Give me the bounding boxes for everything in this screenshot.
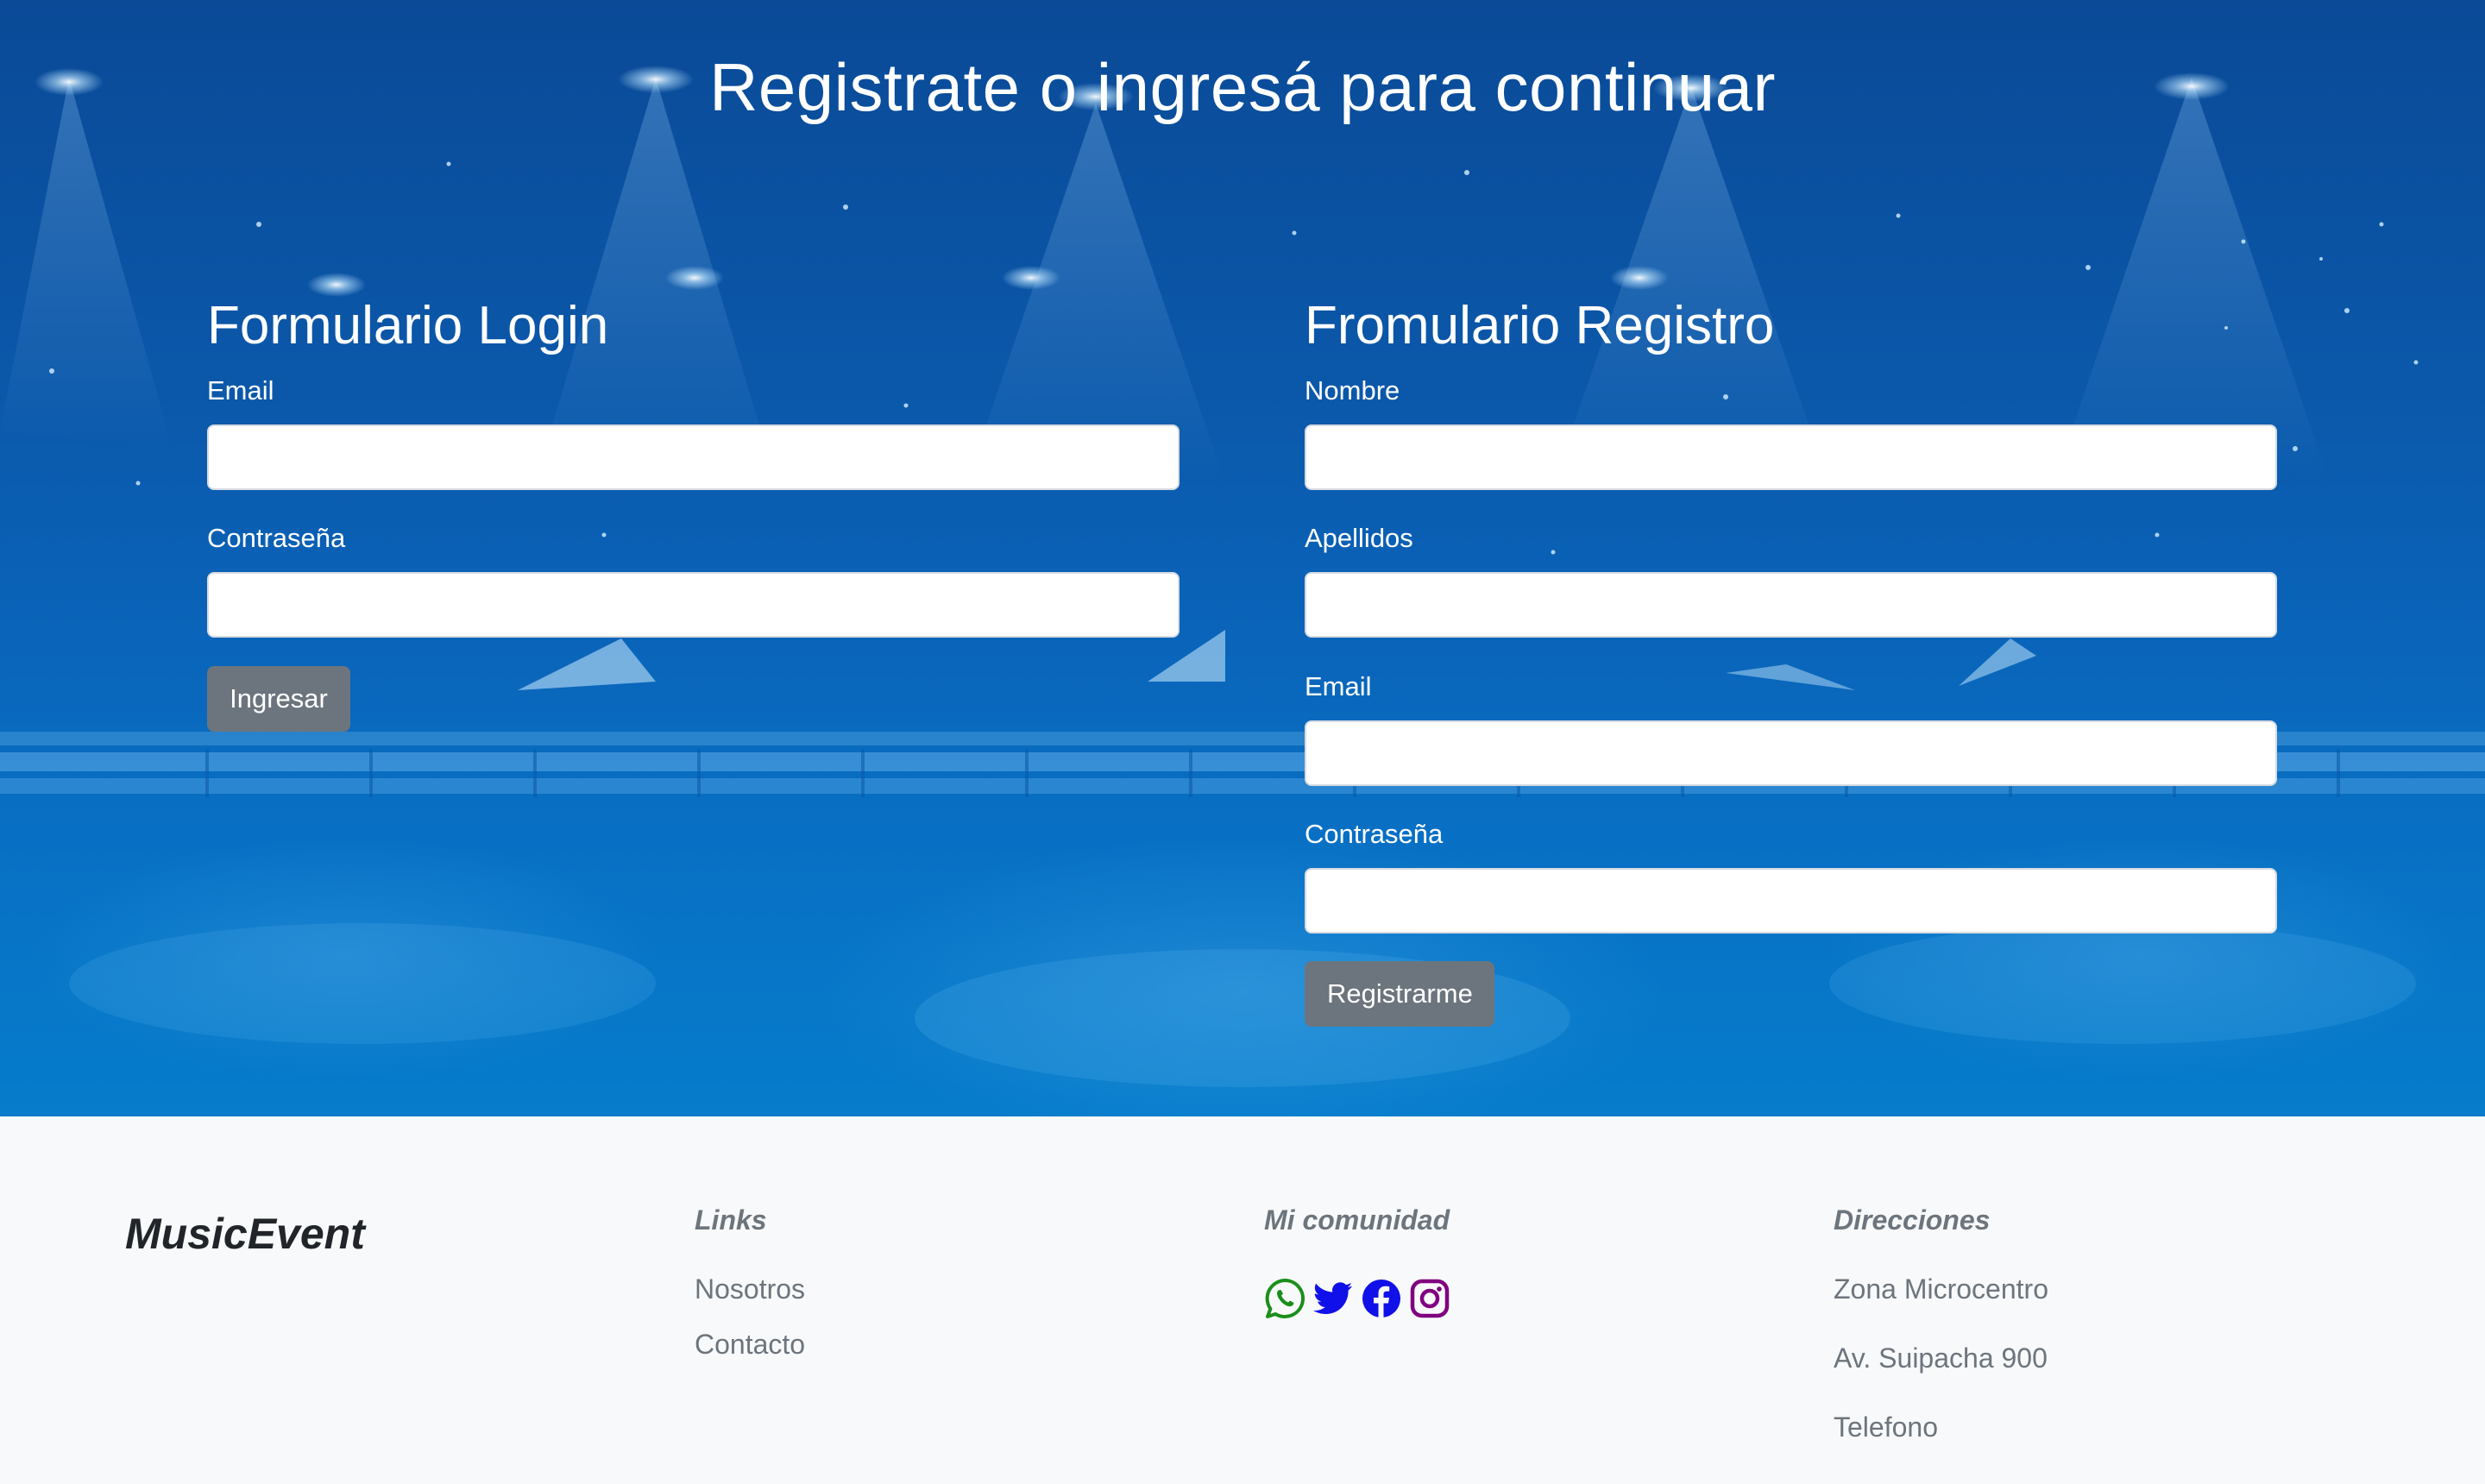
login-submit-button[interactable]: Ingresar bbox=[207, 666, 350, 732]
register-form-heading: Fromulario Registro bbox=[1305, 296, 1775, 355]
login-email-label: Email bbox=[207, 375, 274, 406]
address-phone: Telefono bbox=[1834, 1412, 1938, 1443]
footer-community-heading: Mi comunidad bbox=[1264, 1204, 1450, 1236]
register-password-label: Contraseña bbox=[1305, 819, 1444, 849]
footer: MusicEvent Links Nosotros Contacto Mi co… bbox=[0, 1116, 2485, 1484]
brand-logo[interactable]: MusicEvent bbox=[125, 1206, 365, 1261]
register-name-label: Nombre bbox=[1305, 375, 1400, 406]
register-name-input[interactable] bbox=[1305, 424, 2277, 490]
footer-link-nosotros[interactable]: Nosotros bbox=[695, 1272, 805, 1306]
stage-lights-background bbox=[0, 66, 2485, 1087]
address-zone: Zona Microcentro bbox=[1834, 1273, 2048, 1305]
hero-section: Registrate o ingresá para continuar Form… bbox=[0, 0, 2485, 1116]
footer-addresses-heading: Direcciones bbox=[1834, 1204, 1991, 1236]
login-email-input[interactable] bbox=[207, 424, 1180, 490]
register-email-input[interactable] bbox=[1305, 720, 2277, 786]
footer-links-heading: Links bbox=[695, 1204, 767, 1236]
login-form-heading: Formulario Login bbox=[207, 296, 609, 355]
whatsapp-icon[interactable] bbox=[1263, 1277, 1306, 1320]
footer-link-contacto[interactable]: Contacto bbox=[695, 1327, 805, 1361]
register-surname-input[interactable] bbox=[1305, 572, 2277, 638]
facebook-icon[interactable] bbox=[1360, 1277, 1403, 1320]
register-surname-label: Apellidos bbox=[1305, 523, 1413, 553]
register-password-input[interactable] bbox=[1305, 868, 2277, 934]
twitter-icon[interactable] bbox=[1312, 1277, 1355, 1320]
instagram-icon[interactable] bbox=[1408, 1277, 1451, 1320]
login-password-label: Contraseña bbox=[207, 523, 346, 553]
register-email-label: Email bbox=[1305, 671, 1372, 701]
address-street: Av. Suipacha 900 bbox=[1834, 1343, 2048, 1374]
register-submit-button[interactable]: Registrarme bbox=[1305, 961, 1494, 1027]
page-title: Registrate o ingresá para continuar bbox=[709, 49, 1776, 125]
login-password-input[interactable] bbox=[207, 572, 1180, 638]
